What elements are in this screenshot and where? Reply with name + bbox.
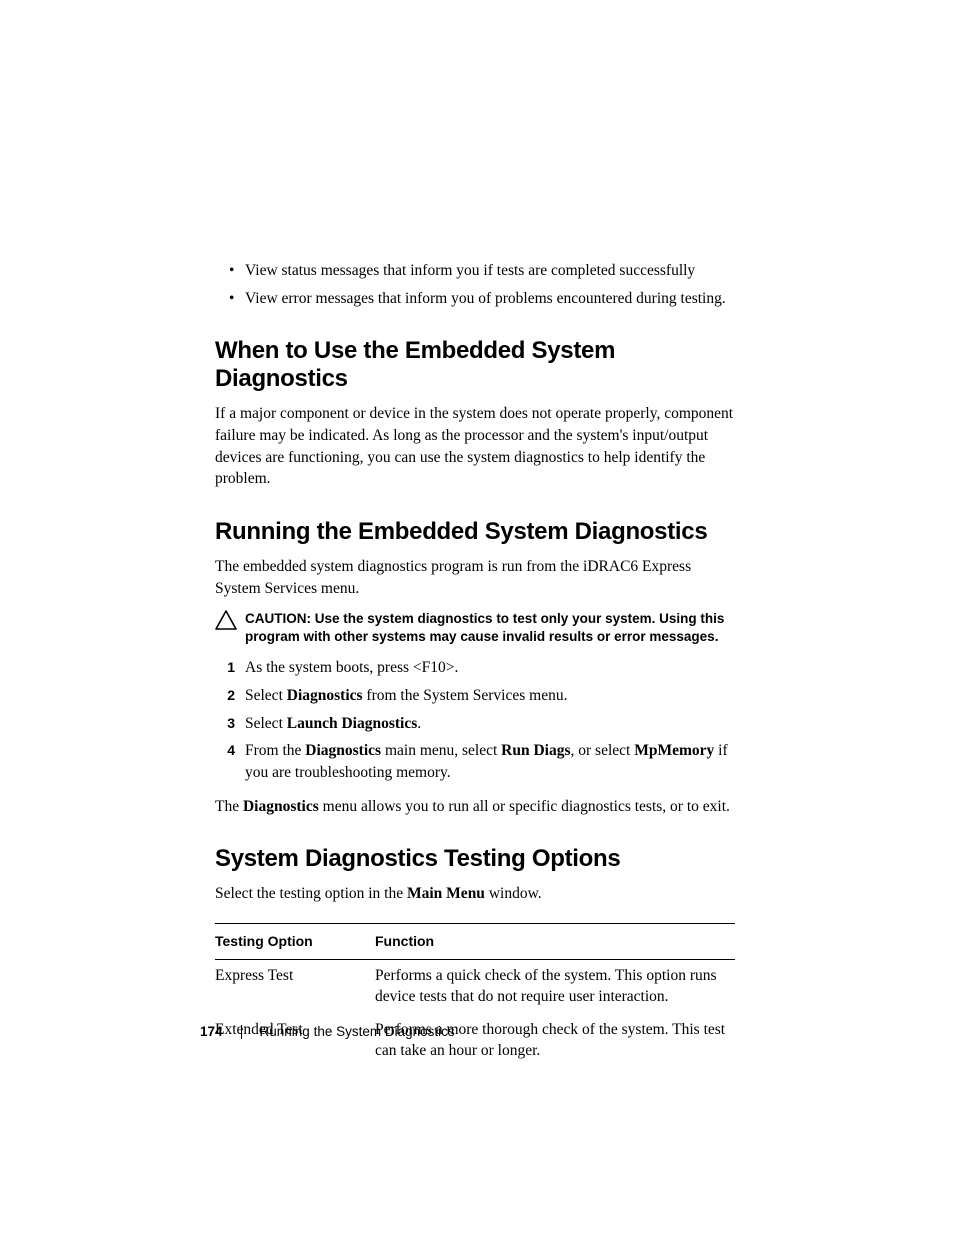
caution-body: Use the system diagnostics to test only … [245,611,724,645]
section-heading-running: Running the Embedded System Diagnostics [215,518,735,546]
testing-options-table: Testing Option Function Express Test Per… [215,923,735,1068]
section-heading-when: When to Use the Embedded System Diagnost… [215,337,735,393]
page-footer: 174 Running the System Diagnostics [200,1024,455,1039]
list-item: • View status messages that inform you i… [215,260,735,282]
step-item: 1 As the system boots, press <F10>. [215,657,735,679]
td-function: Performs a quick check of the system. Th… [375,966,735,1008]
step-number: 2 [215,685,245,707]
step-text: From the Diagnostics main menu, select R… [245,740,735,783]
section-para: The Diagnostics menu allows you to run a… [215,796,735,818]
section-heading-options: System Diagnostics Testing Options [215,845,735,873]
td-option: Express Test [215,966,375,1008]
bullet-text: View error messages that inform you of p… [245,288,735,310]
table-row: Express Test Performs a quick check of t… [215,960,735,1014]
section-para: The embedded system diagnostics program … [215,556,735,599]
step-number: 3 [215,713,245,735]
page-content: • View status messages that inform you i… [215,260,735,1068]
caution-triangle-icon [215,610,245,630]
step-text: As the system boots, press <F10>. [245,657,735,679]
step-item: 4 From the Diagnostics main menu, select… [215,740,735,783]
bullet-icon: • [215,288,245,310]
step-text: Select Diagnostics from the System Servi… [245,685,735,707]
table-row: Extended Test Performs a more thorough c… [215,1014,735,1068]
step-text: Select Launch Diagnostics. [245,713,735,735]
section-para: If a major component or device in the sy… [215,403,735,490]
intro-bullet-list: • View status messages that inform you i… [215,260,735,309]
caution-text: CAUTION: Use the system diagnostics to t… [245,610,735,648]
step-number: 1 [215,657,245,679]
numbered-steps: 1 As the system boots, press <F10>. 2 Se… [215,657,735,783]
th-function: Function [375,932,735,951]
caution-label: CAUTION: [245,611,315,626]
page-number: 174 [200,1024,223,1039]
step-number: 4 [215,740,245,783]
step-item: 2 Select Diagnostics from the System Ser… [215,685,735,707]
footer-divider-icon [241,1025,242,1039]
bullet-icon: • [215,260,245,282]
caution-block: CAUTION: Use the system diagnostics to t… [215,610,735,648]
table-header-row: Testing Option Function [215,924,735,960]
section-para: Select the testing option in the Main Me… [215,883,735,905]
th-option: Testing Option [215,932,375,951]
footer-title: Running the System Diagnostics [260,1024,455,1039]
list-item: • View error messages that inform you of… [215,288,735,310]
step-item: 3 Select Launch Diagnostics. [215,713,735,735]
bullet-text: View status messages that inform you if … [245,260,735,282]
